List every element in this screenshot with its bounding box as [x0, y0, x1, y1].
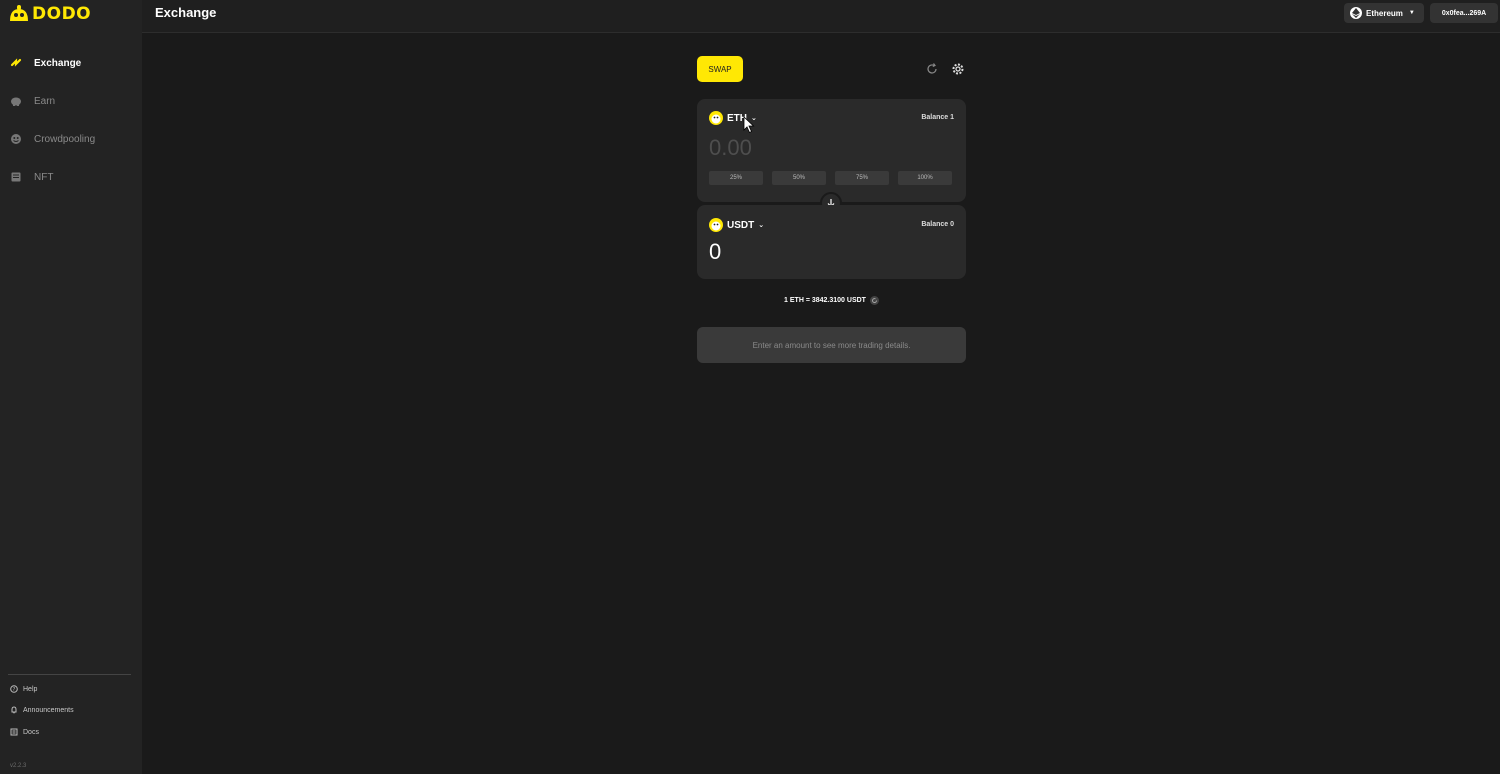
sidebar-item-label: NFT: [34, 171, 54, 183]
to-amount-value: 0: [709, 239, 722, 264]
sidebar-divider: [8, 674, 131, 675]
footer-link-help[interactable]: ? Help: [10, 682, 37, 696]
from-balance: Balance 1: [921, 114, 954, 121]
sidebar-item-label: Crowdpooling: [34, 133, 96, 145]
to-token-card: USDT ⌄ Balance 0 0: [697, 205, 966, 279]
crowdpool-icon: [10, 133, 22, 145]
sidebar-item-earn[interactable]: Earn: [10, 91, 55, 111]
rate-refresh-icon[interactable]: [869, 296, 879, 305]
docs-icon: [10, 728, 18, 736]
piggy-bank-icon: [10, 95, 22, 107]
bell-icon: [10, 706, 18, 714]
top-header: Exchange Ethereum ▼ 0x0fea...269A: [142, 0, 1500, 33]
to-token-symbol: USDT: [727, 219, 755, 231]
dodo-token-icon: [709, 111, 723, 125]
dodo-logo[interactable]: DODO: [8, 4, 91, 24]
footer-link-docs[interactable]: Docs: [10, 725, 39, 739]
sidebar: DODO Exchange Earn Crowdpooling NFT ? He…: [0, 0, 142, 774]
footer-link-label: Help: [23, 685, 38, 693]
logo-text: DODO: [32, 4, 92, 24]
dodo-logo-icon: [10, 5, 28, 21]
swap-tab[interactable]: SWAP: [697, 56, 743, 82]
settings-gear-icon[interactable]: [951, 62, 965, 76]
percent-100-button[interactable]: 100%: [898, 171, 952, 185]
ethereum-icon: [1350, 7, 1362, 19]
sidebar-item-exchange[interactable]: Exchange: [10, 53, 81, 73]
to-balance: Balance 0: [921, 221, 954, 228]
page-title: Exchange: [155, 5, 217, 20]
percent-buttons: 25% 50% 75% 100%: [709, 171, 952, 185]
from-amount-input[interactable]: [709, 134, 869, 162]
network-name: Ethereum: [1366, 8, 1403, 18]
sidebar-item-label: Exchange: [34, 57, 82, 69]
sidebar-item-crowdpooling[interactable]: Crowdpooling: [10, 129, 95, 149]
exchange-rate: 1 ETH = 3842.3100 USDT: [697, 296, 966, 305]
from-token-selector[interactable]: ETH ⌄: [709, 111, 757, 125]
refresh-icon[interactable]: [925, 62, 939, 76]
network-selector-button[interactable]: Ethereum ▼: [1344, 3, 1424, 23]
chevron-down-icon: ⌄: [751, 115, 757, 122]
from-token-symbol: ETH: [727, 112, 747, 124]
app-version: v2.2.3: [10, 763, 27, 769]
from-token-card: ETH ⌄ Balance 1 25% 50% 75% 100%: [697, 99, 966, 202]
exchange-rate-text: 1 ETH = 3842.3100 USDT: [784, 297, 866, 304]
help-icon: ?: [10, 685, 18, 693]
sidebar-item-label: Earn: [34, 95, 56, 107]
percent-75-button[interactable]: 75%: [835, 171, 889, 185]
chevron-down-icon: ⌄: [758, 222, 765, 229]
dodo-token-icon: [709, 218, 723, 232]
wallet-address-button[interactable]: 0x0fea...269A: [1430, 3, 1498, 23]
caret-down-icon: ▼: [1408, 10, 1415, 16]
sidebar-item-nft[interactable]: NFT: [10, 167, 53, 187]
percent-50-button[interactable]: 50%: [772, 171, 826, 185]
app-root: DODO Exchange Earn Crowdpooling NFT ? He…: [0, 0, 1500, 774]
footer-link-label: Announcements: [23, 706, 74, 714]
percent-25-button[interactable]: 25%: [709, 171, 763, 185]
footer-link-announcements[interactable]: Announcements: [10, 703, 74, 717]
trading-details-hint: Enter an amount to see more trading deta…: [697, 327, 966, 363]
exchange-icon: [10, 57, 22, 69]
to-token-selector[interactable]: USDT ⌄: [709, 218, 764, 232]
svg-text:?: ?: [13, 687, 16, 693]
footer-link-label: Docs: [23, 728, 39, 736]
nft-icon: [10, 171, 22, 183]
